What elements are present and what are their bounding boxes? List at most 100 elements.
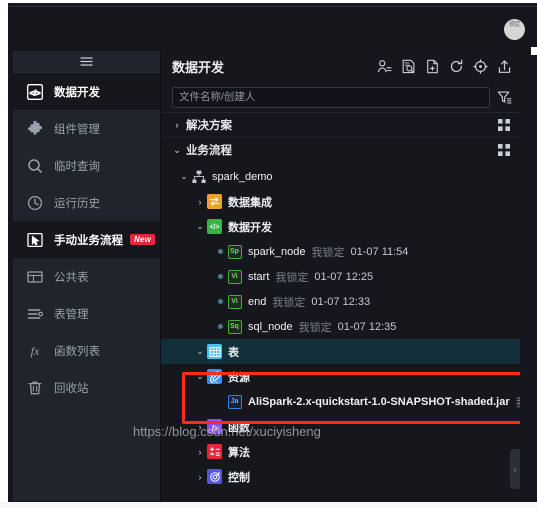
- avatar[interactable]: 锁定: [504, 19, 525, 40]
- filter-icon[interactable]: [497, 90, 512, 105]
- tree-node-data-dev[interactable]: ⌄ </> 数据开发: [161, 214, 520, 239]
- locate-icon[interactable]: [473, 59, 488, 74]
- control-icon: [207, 469, 222, 484]
- page-edge-bottom: [0, 502, 537, 508]
- document-search-icon[interactable]: [401, 59, 416, 74]
- watermark: https://blog.csdn.net/xuciyisheng: [133, 424, 321, 439]
- file-add-icon[interactable]: [425, 59, 440, 74]
- refresh-icon[interactable]: [449, 59, 464, 74]
- group-row-solutions[interactable]: › 解决方案: [161, 112, 520, 137]
- sidebar-item-label: 手动业务流程: [54, 234, 123, 247]
- clock-icon: [25, 193, 45, 213]
- sidebar-item-label: 数据开发: [54, 86, 100, 99]
- chevron-right-icon[interactable]: ›: [193, 447, 207, 457]
- page-title: 数据开发: [172, 60, 225, 75]
- tree-node-spark-node[interactable]: Sp spark_node 我锁定 01-07 11:54: [161, 239, 520, 264]
- search-input[interactable]: [172, 86, 490, 108]
- node-dot-icon: [213, 274, 227, 279]
- chevron-down-icon[interactable]: ⌄: [193, 221, 207, 232]
- sidebar-item-label: 运行历史: [54, 197, 100, 210]
- tree-node-sql-node[interactable]: Sq sql_node 我锁定 01-07 12:35: [161, 314, 520, 339]
- panel-collapse-handle[interactable]: ‹: [510, 449, 520, 489]
- tree-node-algorithms[interactable]: › 算法: [161, 439, 520, 464]
- tree-node-label: 数据集成: [228, 196, 272, 209]
- tree-node-control[interactable]: › 控制: [161, 464, 520, 489]
- chevron-down-icon: ⌄: [173, 144, 181, 155]
- app-window: 锁定 </> 数据开发 组件管理 临时查询 运行历史 手动业务流程 New 公共…: [0, 0, 537, 508]
- sidebar-item-recycle-bin[interactable]: 回收站: [13, 369, 160, 406]
- chevron-right-icon[interactable]: ›: [193, 197, 207, 207]
- user-list-icon[interactable]: [377, 59, 392, 74]
- grid-icon[interactable]: [498, 144, 510, 156]
- node-type-badge: Vi: [227, 269, 242, 284]
- tree-node-jar-file[interactable]: Ja AliSpark-2.x-quickstart-1.0-SNAPSHOT-…: [161, 389, 520, 414]
- algorithm-icon: [207, 444, 222, 459]
- sql-node-icon: Sq: [227, 319, 242, 334]
- sidebar-item-label: 表管理: [54, 308, 89, 321]
- node-timestamp: 01-07 12:25: [314, 270, 374, 283]
- hamburger-icon[interactable]: [13, 51, 160, 73]
- node-timestamp: 01-07 11:54: [350, 245, 409, 258]
- page-edge-right-notch: [531, 47, 537, 55]
- tree-node-start[interactable]: Vi start 我锁定 01-07 12:25: [161, 264, 520, 289]
- page-edge-top: [0, 0, 537, 3]
- panel-header: 数据开发: [161, 51, 520, 82]
- lock-status: 我锁定: [311, 246, 345, 259]
- node-type-badge: Sq: [227, 319, 242, 334]
- sidebar-item-component-mgmt[interactable]: 组件管理: [13, 110, 160, 147]
- node-dot-icon: [213, 249, 227, 254]
- tree-node-label: end: [248, 295, 267, 308]
- top-bar: 锁定: [8, 6, 537, 51]
- file-type-badge: Ja: [227, 394, 242, 409]
- data-integration-icon: [207, 194, 222, 209]
- lock-status: 我锁定: [272, 296, 306, 309]
- chevron-right-icon: ›: [175, 120, 179, 130]
- chevron-down-icon[interactable]: ⌄: [193, 346, 207, 357]
- tree-node-label: spark_demo: [212, 170, 273, 183]
- grid-icon[interactable]: [498, 119, 510, 131]
- sidebar-item-label: 回收站: [54, 382, 89, 395]
- data-dev-icon: </>: [207, 219, 222, 234]
- node-type-badge: Vi: [227, 294, 242, 309]
- new-badge: New: [130, 234, 156, 245]
- lock-status: 我锁定: [516, 394, 520, 410]
- project-tree: ⌄ spark_demo › 数据集成 ⌄ </> 数据开发 Sp spark_…: [161, 162, 520, 489]
- chevron-down-icon[interactable]: ⌄: [177, 171, 191, 182]
- sidebar-item-function-list[interactable]: fx 函数列表: [13, 332, 160, 369]
- svg-text:</>: </>: [209, 224, 219, 231]
- tree-node-spark-demo[interactable]: ⌄ spark_demo: [161, 164, 520, 189]
- group-row-workflows[interactable]: ⌄ 业务流程: [161, 137, 520, 162]
- sidebar-item-public-tables[interactable]: 公共表: [13, 258, 160, 295]
- sidebar-item-data-dev[interactable]: </> 数据开发: [13, 73, 160, 110]
- tree-node-end[interactable]: Vi end 我锁定 01-07 12:33: [161, 289, 520, 314]
- node-timestamp: 01-07 12:35: [337, 320, 397, 333]
- tree-node-data-integration[interactable]: › 数据集成: [161, 189, 520, 214]
- sidebar-item-label: 公共表: [54, 271, 89, 284]
- tree-node-label: 算法: [228, 446, 250, 459]
- trash-icon: [25, 378, 45, 398]
- sidebar-item-label: 临时查询: [54, 160, 100, 173]
- page-edge-left: [0, 0, 8, 508]
- node-type-badge: Sp: [227, 244, 242, 259]
- tree-node-tables[interactable]: ⌄ 表: [161, 339, 520, 364]
- group-label: 解决方案: [186, 120, 232, 132]
- search-icon: [25, 156, 45, 176]
- sidebar-item-adhoc-query[interactable]: 临时查询: [13, 147, 160, 184]
- virtual-node-icon: Vi: [227, 294, 242, 309]
- table-icon: [207, 344, 222, 359]
- tree-node-label: sql_node: [248, 320, 293, 333]
- panel-header-actions: [377, 59, 512, 74]
- hamburger-icon-glyph: [80, 57, 93, 66]
- jar-file-icon: Ja: [227, 394, 242, 409]
- tree-node-label: AliSpark-2.x-quickstart-1.0-SNAPSHOT-sha…: [248, 395, 510, 408]
- upload-icon[interactable]: [497, 59, 512, 74]
- svg-text:fx: fx: [31, 344, 40, 358]
- chevron-right-icon[interactable]: ›: [193, 472, 207, 482]
- sidebar-item-manual-workflow[interactable]: 手动业务流程 New: [13, 221, 160, 258]
- spark-node-icon: Sp: [227, 244, 242, 259]
- code-icon: </>: [25, 82, 45, 102]
- tree-node-resources[interactable]: ⌄ 资源: [161, 364, 520, 389]
- sidebar-item-table-mgmt[interactable]: 表管理: [13, 295, 160, 332]
- sidebar-item-run-history[interactable]: 运行历史: [13, 184, 160, 221]
- chevron-down-icon[interactable]: ⌄: [193, 371, 207, 382]
